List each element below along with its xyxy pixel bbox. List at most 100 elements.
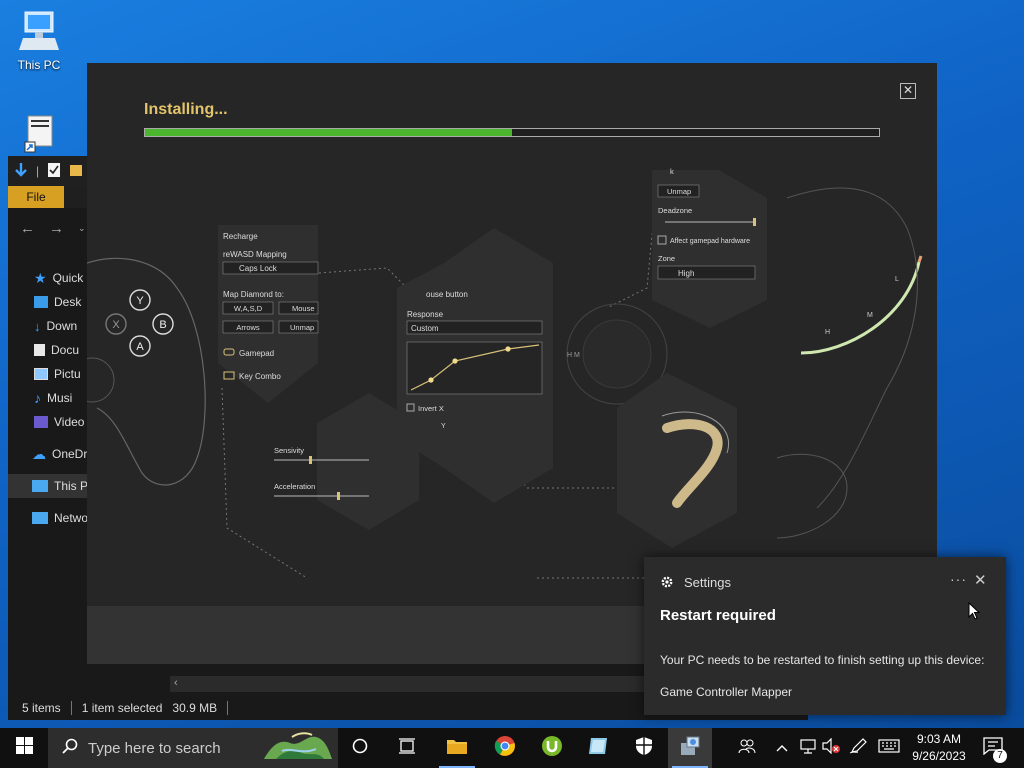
installer-icon xyxy=(679,735,701,762)
down-arrow-icon[interactable] xyxy=(14,162,28,181)
status-separator xyxy=(227,701,229,715)
tray-pen-button[interactable] xyxy=(847,728,869,768)
tree-item-label: Desk xyxy=(54,295,82,309)
computer-icon xyxy=(32,480,48,492)
tree-item-this-pc[interactable]: This PC xyxy=(8,474,98,498)
key-combo-label: Key Combo xyxy=(239,372,281,381)
notification-icon: 7 xyxy=(983,736,1007,763)
forward-arrow-icon[interactable]: → xyxy=(49,220,64,237)
tree-item-music[interactable]: ♪ Musi xyxy=(8,386,98,410)
more-options-icon[interactable]: ··· xyxy=(950,571,967,587)
arc-label-m: M xyxy=(867,312,873,319)
face-label-a: A xyxy=(136,341,144,353)
notebook-icon xyxy=(587,736,609,761)
desktop-icon-label: This PC xyxy=(17,58,61,72)
tray-people-button[interactable] xyxy=(733,728,761,768)
recharge-label: Recharge xyxy=(223,232,258,241)
taskbar: 9:03 AM 9/26/2023 7 xyxy=(0,728,1024,768)
task-view-button[interactable] xyxy=(385,728,429,768)
tree-item-videos[interactable]: Video xyxy=(8,410,98,434)
deadzone-thumb xyxy=(753,218,756,226)
properties-check-icon[interactable] xyxy=(47,162,61,181)
start-button[interactable] xyxy=(0,728,48,768)
tree-item-documents[interactable]: Docu xyxy=(8,338,98,362)
cortana-circle-icon xyxy=(352,738,368,759)
curve-point xyxy=(428,377,434,383)
back-arrow-icon[interactable]: ← xyxy=(20,220,35,237)
taskbar-app-blue[interactable] xyxy=(576,728,620,768)
controller-silhouette-right xyxy=(786,187,918,509)
curve-point xyxy=(505,346,511,352)
tree-item-pictures[interactable]: Pictu xyxy=(8,362,98,386)
folder-icon[interactable] xyxy=(69,162,83,181)
desktop-icon-this-pc[interactable]: This PC xyxy=(8,8,70,72)
tree-item-label: Down xyxy=(46,319,78,333)
face-label-x: X xyxy=(112,319,120,331)
tree-item-onedrive[interactable]: ☁ OneDr xyxy=(8,442,98,466)
task-view-icon xyxy=(398,737,416,759)
unmap-label: Unmap xyxy=(290,323,314,332)
search-input[interactable] xyxy=(88,739,258,757)
mouse-cursor-icon xyxy=(968,601,981,625)
mouse-button-label: ouse button xyxy=(426,290,468,299)
invert-x-label: Invert X xyxy=(418,404,444,413)
tree-item-downloads[interactable]: ↓ Down xyxy=(8,314,98,338)
installer-close-button[interactable]: ✕ xyxy=(900,83,916,99)
separator-icon: | xyxy=(36,164,40,178)
tree-item-network[interactable]: Netwo xyxy=(8,506,98,530)
arrows-label: Arrows xyxy=(236,323,260,332)
acceleration-label: Acceleration xyxy=(274,482,315,491)
notification-toast[interactable]: Settings ··· ✕ Restart required Your PC … xyxy=(644,557,1006,715)
tree-item-desktop[interactable]: Desk xyxy=(8,290,98,314)
trigger-card-bg xyxy=(617,373,737,548)
computer-icon xyxy=(8,8,70,55)
taskbar-search-box[interactable] xyxy=(48,728,338,768)
shield-icon xyxy=(635,736,653,761)
unmap-card-label: Unmap xyxy=(667,187,691,196)
taskbar-file-explorer[interactable] xyxy=(435,728,479,768)
desktop-icon-shortcut[interactable] xyxy=(8,112,70,162)
scroll-left-icon[interactable]: ‹ xyxy=(174,677,178,689)
video-icon xyxy=(34,416,48,428)
people-icon xyxy=(738,738,756,759)
close-icon: ✕ xyxy=(902,83,914,97)
tray-overflow-button[interactable] xyxy=(773,728,791,768)
taskbar-chrome[interactable] xyxy=(483,728,527,768)
tab-file[interactable]: File xyxy=(8,186,64,208)
hm-label: H M xyxy=(567,352,580,359)
network-wired-icon xyxy=(799,738,817,759)
taskbar-installer[interactable] xyxy=(668,728,712,768)
tree-item-label: Docu xyxy=(51,343,80,357)
tree-item-quick-access[interactable]: ★ Quick xyxy=(8,266,98,290)
taskbar-utorrent[interactable] xyxy=(530,728,574,768)
navigation-pane: ★ Quick Desk ↓ Down Docu Pictu ♪ Musi Video… xyxy=(8,266,98,530)
clock-date: 9/26/2023 xyxy=(912,749,966,763)
utorrent-icon xyxy=(541,735,563,762)
chevron-down-icon[interactable]: ⌄ xyxy=(78,223,86,234)
tray-keyboard-button[interactable] xyxy=(875,728,903,768)
notification-count-badge: 7 xyxy=(993,748,1007,763)
gamepad-label: Gamepad xyxy=(239,349,274,358)
toast-device-name: Game Controller Mapper xyxy=(660,685,793,699)
face-label-y: Y xyxy=(136,295,144,307)
star-icon: ★ xyxy=(34,269,47,286)
toast-close-icon[interactable]: ✕ xyxy=(974,571,987,589)
desktop-folder-icon xyxy=(34,296,48,308)
action-center-button[interactable]: 7 xyxy=(980,728,1007,768)
taskbar-clock[interactable]: 9:03 AM 9/26/2023 xyxy=(900,731,978,765)
tray-volume-button[interactable] xyxy=(820,728,842,768)
mapping-value: Caps Lock xyxy=(239,264,278,273)
cortana-button[interactable] xyxy=(338,728,382,768)
zone-select xyxy=(657,265,756,280)
thumbstick-outline xyxy=(87,357,115,403)
acceleration-thumb xyxy=(337,492,340,500)
diamond-title: Map Diamond to: xyxy=(223,290,284,299)
gear-icon xyxy=(660,575,674,594)
horizontal-scrollbar[interactable]: ‹ xyxy=(170,676,650,692)
axis-y-label: Y xyxy=(441,423,446,430)
chevron-up-icon xyxy=(776,739,788,757)
response-curve-graph xyxy=(406,341,543,395)
controller-illustration: Y X B A Recharge reWASD Mapping Caps Loc… xyxy=(87,167,923,608)
taskbar-security[interactable] xyxy=(622,728,666,768)
tray-network-button[interactable] xyxy=(797,728,819,768)
